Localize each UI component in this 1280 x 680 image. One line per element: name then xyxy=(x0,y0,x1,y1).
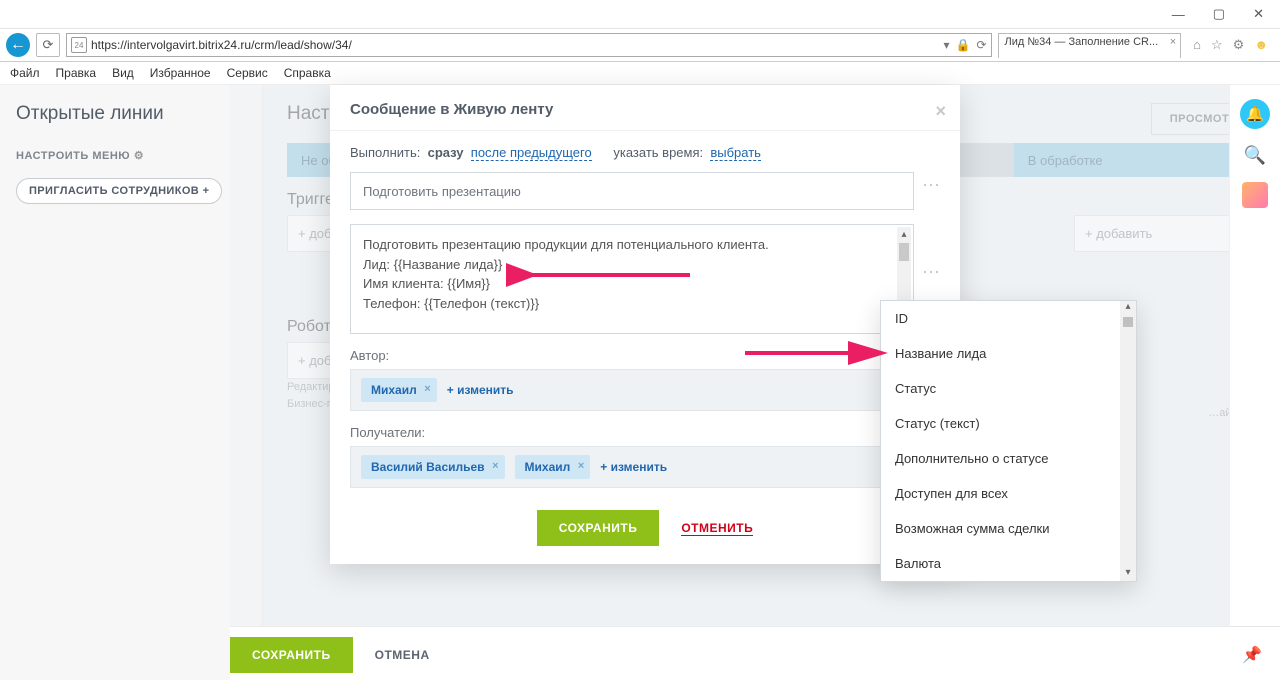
chip-remove-icon[interactable]: × xyxy=(492,460,498,472)
author-change-link[interactable]: + изменить xyxy=(447,383,514,397)
window-titlebar: — ▢ ✕ xyxy=(0,0,1280,29)
dropdown-item-lead-name[interactable]: Название лида xyxy=(881,336,1136,371)
lock-icon: 🔒 xyxy=(955,38,970,52)
execute-line: Выполнить: сразу после предыдущего указа… xyxy=(350,145,940,160)
dropdown-item-status-extra[interactable]: Дополнительно о статусе xyxy=(881,441,1136,476)
window-maximize[interactable]: ▢ xyxy=(1213,6,1225,22)
modal-close-icon[interactable]: × xyxy=(935,101,946,122)
avatar[interactable] xyxy=(1242,182,1268,208)
recipients-chipbar: Василий Васильев× Михаил× + изменить xyxy=(350,446,940,488)
chip-remove-icon[interactable]: × xyxy=(578,460,584,472)
window-minimize[interactable]: — xyxy=(1172,7,1185,22)
page-footer: СОХРАНИТЬ ОТМЕНА 📌 xyxy=(230,626,1280,680)
page-save-button[interactable]: СОХРАНИТЬ xyxy=(230,637,353,673)
address-bar[interactable]: 24 https://intervolgavirt.bitrix24.ru/cr… xyxy=(66,33,992,57)
subject-input[interactable]: Подготовить презентацию xyxy=(350,172,914,210)
recipients-change-link[interactable]: + изменить xyxy=(600,460,667,474)
modal-cancel-button[interactable]: ОТМЕНИТЬ xyxy=(681,521,753,536)
nav-reload-button[interactable]: ⟳ xyxy=(36,33,60,57)
menu-file[interactable]: Файл xyxy=(10,66,40,80)
menu-favorites[interactable]: Избранное xyxy=(150,66,211,80)
dropdown-item-public[interactable]: Доступен для всех xyxy=(881,476,1136,511)
recipients-label: Получатели: xyxy=(350,425,940,440)
browser-menu-bar: Файл Правка Вид Избранное Сервис Справка xyxy=(0,62,1280,85)
author-chip[interactable]: Михаил× xyxy=(361,378,437,402)
refresh-icon[interactable]: ⟳ xyxy=(976,38,986,52)
menu-edit[interactable]: Правка xyxy=(56,66,97,80)
page-cancel-button[interactable]: ОТМЕНА xyxy=(375,648,430,662)
gear-icon[interactable]: ⚙ xyxy=(1233,37,1245,53)
notifications-icon[interactable]: 🔔 xyxy=(1240,99,1270,129)
modal-save-button[interactable]: СОХРАНИТЬ xyxy=(537,510,660,546)
menu-help[interactable]: Справка xyxy=(284,66,331,80)
chip-remove-icon[interactable]: × xyxy=(424,383,430,395)
browser-toolbar: ← ⟳ 24 https://intervolgavirt.bitrix24.r… xyxy=(0,29,1280,62)
body-input[interactable]: Подготовить презентацию продукции для по… xyxy=(350,224,914,334)
home-icon[interactable]: ⌂ xyxy=(1193,37,1201,53)
tab-close-icon[interactable]: × xyxy=(1170,36,1176,48)
dropdown-item-currency[interactable]: Валюта xyxy=(881,546,1136,581)
dropdown-item-status[interactable]: Статус xyxy=(881,371,1136,406)
smiley-icon[interactable]: ☻ xyxy=(1254,37,1268,53)
body-menu-icon[interactable]: ⋯ xyxy=(922,262,940,283)
favicon-icon: 24 xyxy=(71,37,87,53)
exec-now-option[interactable]: сразу xyxy=(428,145,464,160)
message-modal: Сообщение в Живую ленту × Выполнить: сра… xyxy=(330,85,960,564)
author-chipbar: Михаил× + изменить xyxy=(350,369,940,411)
recipient-chip-1[interactable]: Василий Васильев× xyxy=(361,455,505,479)
time-pick-link[interactable]: выбрать xyxy=(710,145,761,161)
url-text: https://intervolgavirt.bitrix24.ru/crm/l… xyxy=(91,38,352,52)
menu-tools[interactable]: Сервис xyxy=(227,66,268,80)
author-label: Автор: xyxy=(350,348,940,363)
field-dropdown: ID Название лида Статус Статус (текст) Д… xyxy=(880,300,1137,582)
sidebar-title: Открытые линии xyxy=(16,103,246,125)
dropdown-item-status-text[interactable]: Статус (текст) xyxy=(881,406,1136,441)
nav-back-button[interactable]: ← xyxy=(6,33,30,57)
invite-button[interactable]: ПРИГЛАСИТЬ СОТРУДНИКОВ + xyxy=(16,178,222,204)
menu-view[interactable]: Вид xyxy=(112,66,134,80)
dropdown-icon[interactable]: ▾ xyxy=(943,38,949,52)
tab-title: Лид №34 — Заполнение CR... xyxy=(1005,36,1159,48)
sidebar-configure-menu[interactable]: НАСТРОИТЬ МЕНЮ xyxy=(16,149,246,162)
recipient-chip-2[interactable]: Михаил× xyxy=(515,455,591,479)
exec-after-option[interactable]: после предыдущего xyxy=(471,145,592,161)
dropdown-item-opportunity[interactable]: Возможная сумма сделки xyxy=(881,511,1136,546)
subject-menu-icon[interactable]: ⋯ xyxy=(922,175,940,196)
star-icon[interactable]: ☆ xyxy=(1211,37,1223,53)
modal-title: Сообщение в Живую ленту × xyxy=(330,101,960,131)
right-rail: 🔔 🔍 ✆ xyxy=(1229,85,1280,680)
window-close[interactable]: ✕ xyxy=(1253,6,1264,22)
sidebar: Открытые линии НАСТРОИТЬ МЕНЮ ПРИГЛАСИТЬ… xyxy=(0,85,263,680)
dropdown-scrollbar[interactable]: ▴ ▾ xyxy=(1120,301,1136,581)
dropdown-item-id[interactable]: ID xyxy=(881,301,1136,336)
search-icon[interactable]: 🔍 xyxy=(1244,145,1266,166)
pin-icon[interactable]: 📌 xyxy=(1242,645,1262,665)
browser-tab[interactable]: Лид №34 — Заполнение CR... × xyxy=(998,33,1182,58)
